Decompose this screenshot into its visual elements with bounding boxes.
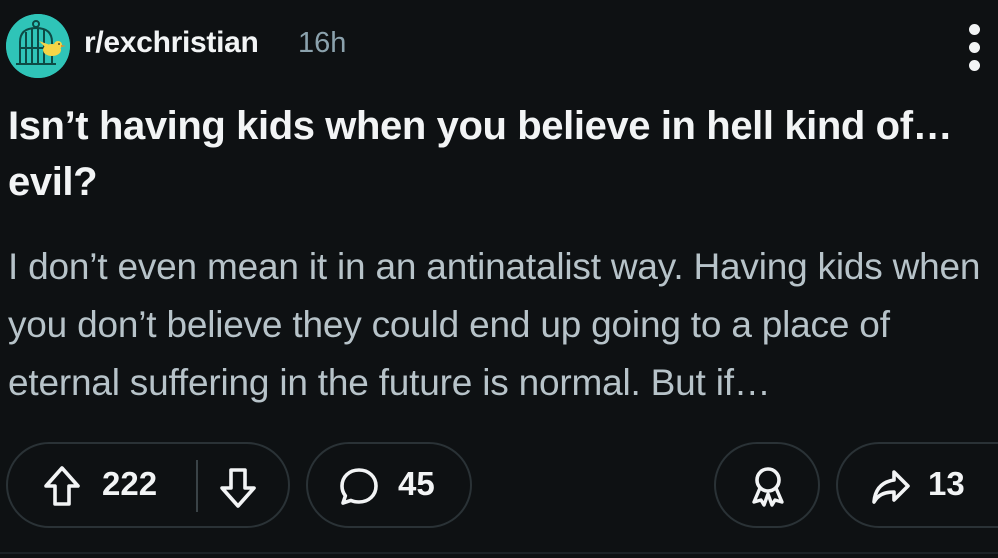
award-icon-wrap [748,464,788,508]
share-button[interactable]: 13 [836,442,998,528]
subreddit-avatar[interactable] [6,14,70,78]
post-header: r/exchristian 16h [0,0,998,95]
birdcage-bird-icon [6,14,70,78]
more-vertical-icon-dot [969,60,980,71]
downvote-arrow-icon [220,468,256,508]
comments-button[interactable]: 45 [306,442,472,528]
post-separator [0,552,998,554]
vote-bar: 222 [6,442,290,528]
more-options-button[interactable] [958,22,994,74]
vote-divider [196,460,198,512]
subreddit-name[interactable]: r/exchristian [84,26,259,60]
share-arrow-icon [872,470,910,504]
award-button[interactable] [714,442,820,528]
more-vertical-icon-dot [969,42,980,53]
share-count: 13 [928,465,965,502]
downvote-button[interactable] [218,466,258,510]
comment-icon-wrap [338,466,380,508]
post-title[interactable]: Isn’t having kids when you believe in he… [8,98,990,210]
comment-bubble-icon [340,468,378,505]
comment-count: 45 [398,465,435,502]
award-icon [752,467,784,507]
post-body-preview[interactable]: I don’t even mean it in an antinatalist … [8,238,990,412]
share-icon-wrap [870,468,912,506]
upvote-arrow-icon [44,466,80,506]
upvote-button[interactable] [42,464,82,508]
upvote-count: 222 [102,465,158,502]
post-timestamp: 16h [298,27,347,59]
more-vertical-icon [969,24,980,35]
